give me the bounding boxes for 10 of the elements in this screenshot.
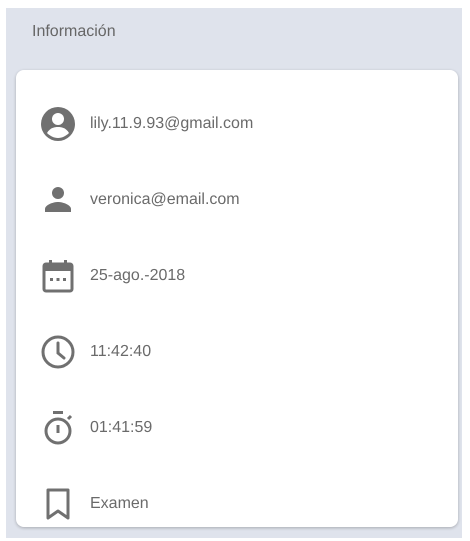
info-text: 25-ago.-2018: [90, 266, 186, 286]
info-text: lily.11.9.93@gmail.com: [90, 114, 254, 134]
calendar-icon: [40, 258, 76, 294]
info-text: 01:41:59: [90, 418, 152, 438]
info-text: veronica@email.com: [90, 190, 240, 210]
account-icon: [40, 106, 76, 142]
clock-icon: [40, 334, 76, 370]
section-title: Información: [32, 22, 116, 42]
info-text: 11:42:40: [90, 342, 152, 362]
info-text: Examen: [90, 494, 149, 514]
